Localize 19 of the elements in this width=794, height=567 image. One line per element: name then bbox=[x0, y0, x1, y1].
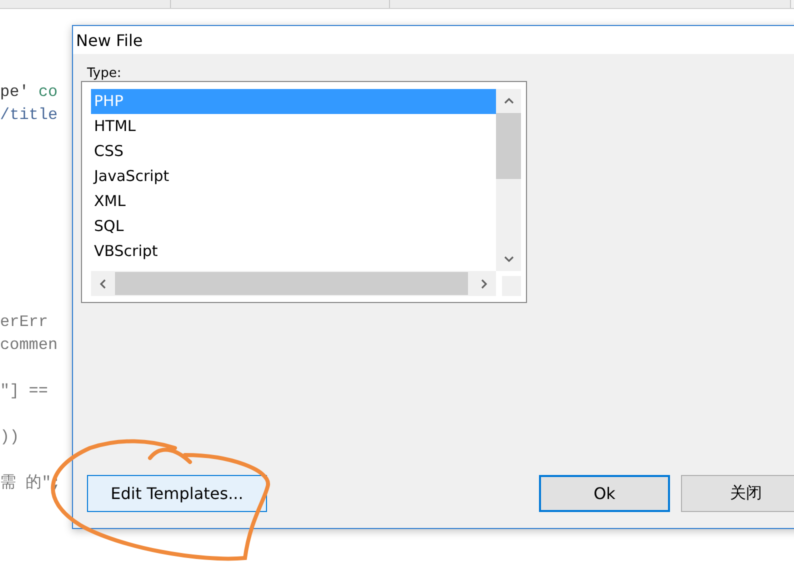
vertical-scrollbar[interactable] bbox=[496, 89, 521, 271]
edit-templates-button[interactable]: Edit Templates... bbox=[87, 475, 267, 512]
code-line: )) bbox=[0, 427, 20, 448]
editor-tab[interactable] bbox=[390, 0, 791, 8]
horizontal-scrollbar[interactable] bbox=[91, 271, 496, 296]
scrollbar-thumb[interactable] bbox=[496, 113, 521, 179]
scrollbar-thumb[interactable] bbox=[115, 272, 468, 295]
code-line: "] == bbox=[0, 381, 50, 402]
code-line: pe' co bbox=[0, 82, 59, 103]
editor-tab[interactable] bbox=[171, 0, 390, 8]
ok-button[interactable]: Ok bbox=[539, 475, 670, 512]
type-label: Type: bbox=[87, 66, 122, 81]
code-line: commen bbox=[0, 335, 59, 356]
close-button[interactable]: 关闭 bbox=[681, 475, 794, 512]
dialog-title: New File bbox=[76, 30, 143, 50]
editor-tab[interactable] bbox=[0, 0, 171, 8]
code-line: erErr bbox=[0, 312, 50, 333]
code-line: /title bbox=[0, 105, 59, 126]
type-list[interactable]: PHP HTML CSS JavaScript XML SQL VBScript bbox=[81, 81, 527, 303]
